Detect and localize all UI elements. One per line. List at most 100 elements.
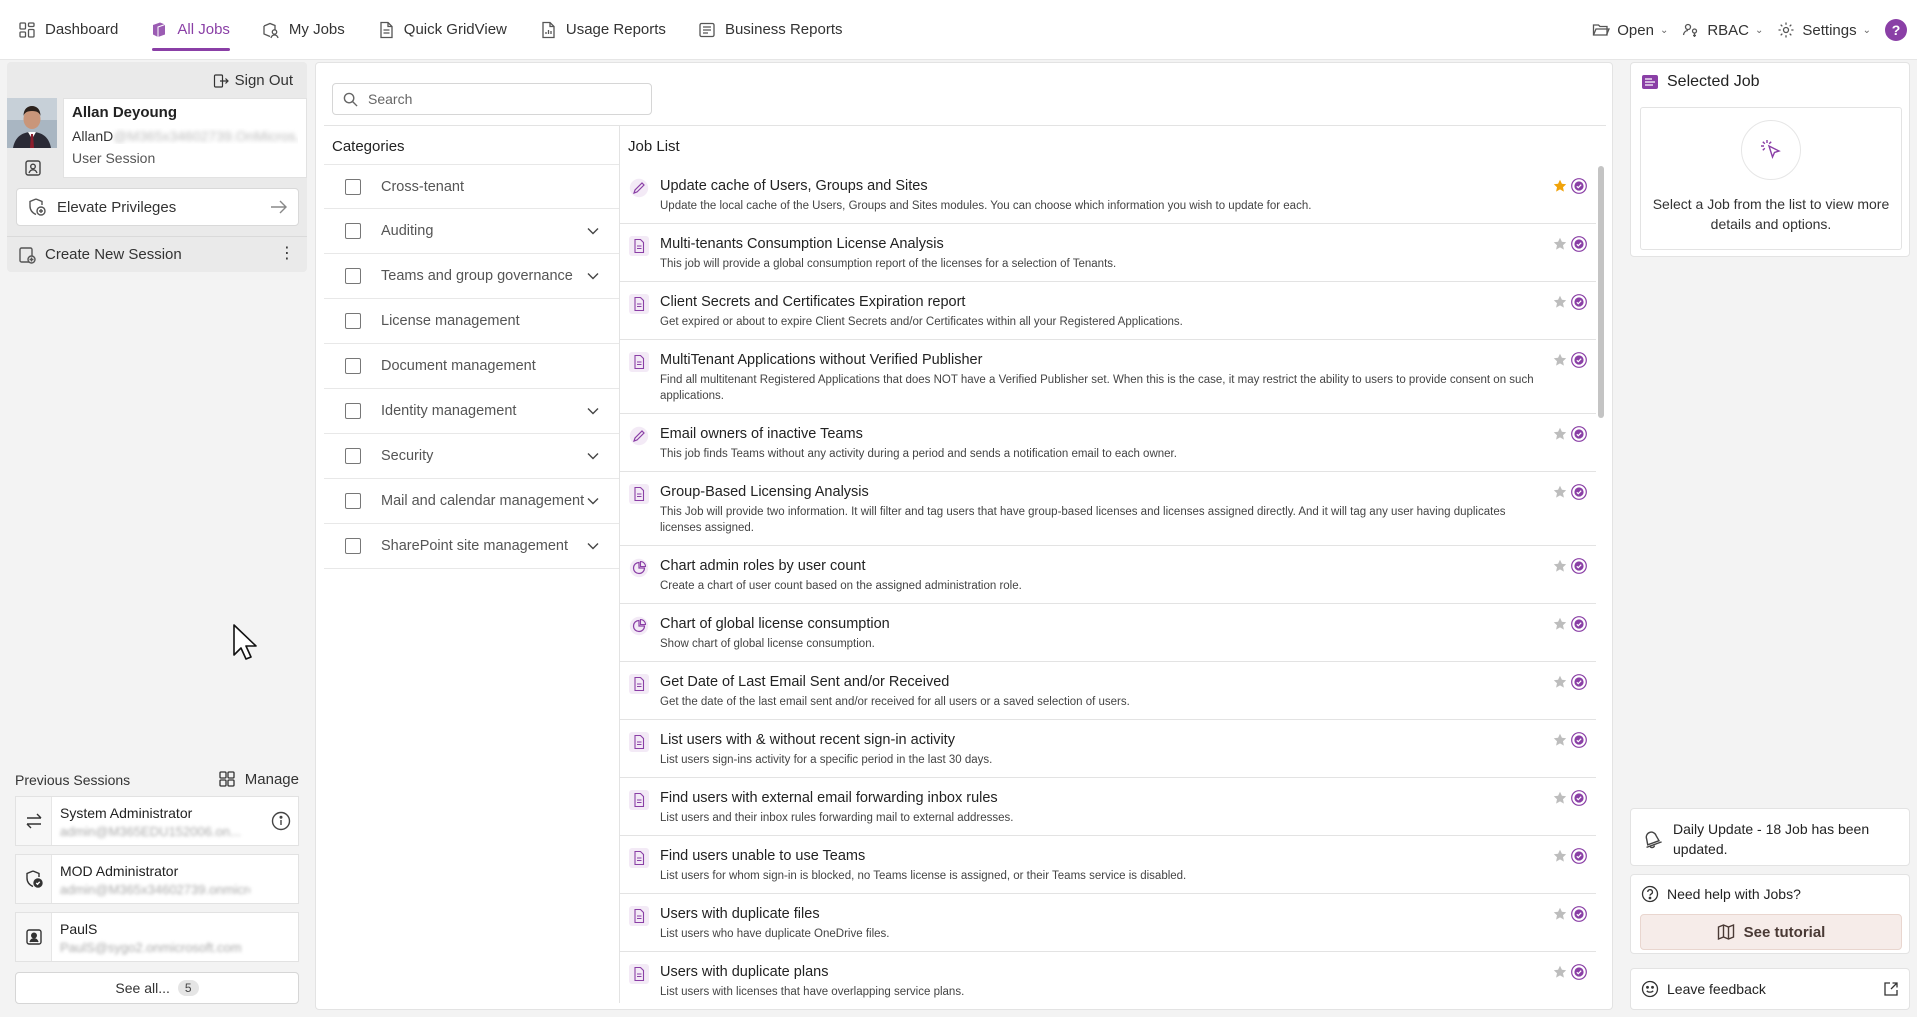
avatar [7, 98, 57, 148]
report-icon [629, 790, 649, 810]
job-item[interactable]: Client Secrets and Certificates Expirati… [620, 282, 1596, 340]
job-list-scrollbar[interactable] [1598, 166, 1604, 418]
job-title: Get Date of Last Email Sent and/or Recei… [660, 674, 950, 690]
selected-job-card: Selected Job Select a Job from the list … [1630, 62, 1910, 257]
category-checkbox[interactable] [345, 313, 361, 329]
category-checkbox[interactable] [345, 403, 361, 419]
session-email: admin@M365x34602739.onmicros... [60, 882, 250, 897]
leave-feedback-button[interactable]: Leave feedback [1630, 968, 1910, 1010]
job-item[interactable]: Users with duplicate files List users who… [620, 894, 1596, 952]
favorite-star-icon[interactable] [1553, 485, 1567, 499]
search-box[interactable] [332, 83, 652, 115]
chevron-down-icon[interactable] [585, 493, 601, 509]
category-item[interactable]: Mail and calendar management [324, 479, 619, 524]
settings-menu[interactable]: Settings ⌄ [1777, 21, 1871, 39]
publisher-badge-icon [1571, 484, 1587, 500]
tab-usage-reports[interactable]: Usage Reports [539, 0, 666, 60]
rbac-menu[interactable]: RBAC ⌄ [1682, 21, 1763, 39]
favorite-star-icon[interactable] [1553, 907, 1567, 921]
category-checkbox[interactable] [345, 268, 361, 284]
job-item[interactable]: MultiTenant Applications without Verifie… [620, 340, 1596, 414]
elevate-privileges-button[interactable]: Elevate Privileges [16, 188, 299, 226]
favorite-star-icon[interactable] [1553, 791, 1567, 805]
category-item[interactable]: SharePoint site management [324, 524, 619, 569]
report-icon [629, 674, 649, 694]
job-item[interactable]: List users with & without recent sign-in… [620, 720, 1596, 778]
previous-session-item[interactable]: MOD Administrator admin@M365x34602739.on… [15, 854, 299, 904]
previous-sessions-title: Previous Sessions [15, 772, 131, 788]
job-item[interactable]: Get Date of Last Email Sent and/or Recei… [620, 662, 1596, 720]
tab-quick-gridview[interactable]: Quick GridView [377, 0, 507, 60]
category-checkbox[interactable] [345, 178, 361, 195]
category-item[interactable]: Identity management [324, 389, 619, 434]
job-item[interactable]: Multi-tenants Consumption License Analys… [620, 224, 1596, 282]
chevron-down-icon[interactable] [585, 403, 601, 419]
job-item[interactable]: Email owners of inactive Teams This job f… [620, 414, 1596, 472]
previous-session-item[interactable]: System Administrator admin@M365EDU152006… [15, 796, 299, 846]
favorite-star-icon[interactable] [1553, 675, 1567, 689]
job-title: Update cache of Users, Groups and Sites [660, 178, 928, 194]
chevron-down-icon[interactable] [585, 268, 601, 284]
category-checkbox[interactable] [345, 223, 361, 239]
favorite-star-icon[interactable] [1553, 237, 1567, 251]
favorite-star-icon[interactable] [1553, 427, 1567, 441]
see-tutorial-button[interactable]: See tutorial [1640, 914, 1902, 950]
job-item[interactable]: Chart admin roles by user count Create a … [620, 546, 1596, 604]
job-item[interactable]: Users with duplicate plans List users wit… [620, 952, 1596, 1003]
category-item[interactable]: Document management [324, 344, 619, 389]
bell-icon [1645, 831, 1662, 849]
tab-my-jobs[interactable]: My Jobs [262, 0, 345, 60]
session-email: admin@M365EDU152006.on... [60, 824, 241, 839]
chevron-down-icon[interactable] [585, 448, 601, 464]
manage-sessions-button[interactable]: Manage [218, 770, 299, 788]
user-session-icon [25, 160, 41, 176]
help-question: Need help with Jobs? [1641, 885, 1801, 903]
tab-all-jobs[interactable]: All Jobs [150, 0, 230, 60]
favorite-star-icon[interactable] [1553, 353, 1567, 367]
chevron-down-icon[interactable] [585, 223, 601, 239]
usage-report-icon [542, 21, 555, 38]
job-item[interactable]: Chart of global license consumption Show … [620, 604, 1596, 662]
category-checkbox[interactable] [345, 538, 361, 554]
job-item[interactable]: Find users with external email forwardin… [620, 778, 1596, 836]
search-input[interactable] [368, 91, 638, 107]
session-icon-wrap [16, 913, 52, 961]
previous-session-item[interactable]: PaulS PaulS@sygo2.onmicrosoft.com [15, 912, 299, 962]
publisher-badge-icon [1571, 352, 1587, 368]
tab-dashboard[interactable]: Dashboard [18, 0, 118, 60]
category-checkbox[interactable] [345, 448, 361, 464]
category-checkbox[interactable] [345, 358, 361, 374]
more-options-icon[interactable]: ⋮ [279, 246, 295, 262]
sign-out-button[interactable]: Sign Out [213, 72, 293, 89]
category-item[interactable]: License management [324, 299, 619, 344]
category-item[interactable]: Auditing [324, 209, 619, 254]
info-icon[interactable] [271, 811, 291, 831]
category-checkbox[interactable] [345, 493, 361, 509]
sign-out-label: Sign Out [234, 72, 293, 89]
rbac-label: RBAC [1707, 21, 1750, 39]
category-item[interactable]: Security [324, 434, 619, 479]
tab-business-reports[interactable]: Business Reports [698, 0, 843, 60]
help-button[interactable]: ? [1885, 19, 1907, 41]
report-icon [629, 848, 649, 868]
selected-job-icon [1642, 75, 1658, 89]
favorite-star-icon[interactable] [1553, 733, 1567, 747]
daily-update-card[interactable]: Daily Update - 18 Job has been updated. [1630, 808, 1910, 866]
favorite-star-icon[interactable] [1553, 559, 1567, 573]
see-all-sessions-button[interactable]: See all... 5 [15, 972, 299, 1004]
open-menu[interactable]: Open ⌄ [1592, 21, 1668, 39]
favorite-star-icon[interactable] [1553, 179, 1567, 193]
favorite-star-icon[interactable] [1553, 849, 1567, 863]
favorite-star-icon[interactable] [1553, 965, 1567, 979]
category-item[interactable]: Cross-tenant [324, 164, 619, 209]
create-new-session-button[interactable]: Create New Session ⋮ [7, 236, 307, 272]
favorite-star-icon[interactable] [1553, 295, 1567, 309]
category-label: Cross-tenant [381, 178, 465, 195]
job-item[interactable]: Group-Based Licensing Analysis This Job w… [620, 472, 1596, 546]
category-label: Auditing [381, 223, 434, 239]
chevron-down-icon[interactable] [585, 538, 601, 554]
category-item[interactable]: Teams and group governance [324, 254, 619, 299]
job-item[interactable]: Find users unable to use Teams List users… [620, 836, 1596, 894]
job-item[interactable]: Update cache of Users, Groups and Sites U… [620, 166, 1596, 224]
favorite-star-icon[interactable] [1553, 617, 1567, 631]
